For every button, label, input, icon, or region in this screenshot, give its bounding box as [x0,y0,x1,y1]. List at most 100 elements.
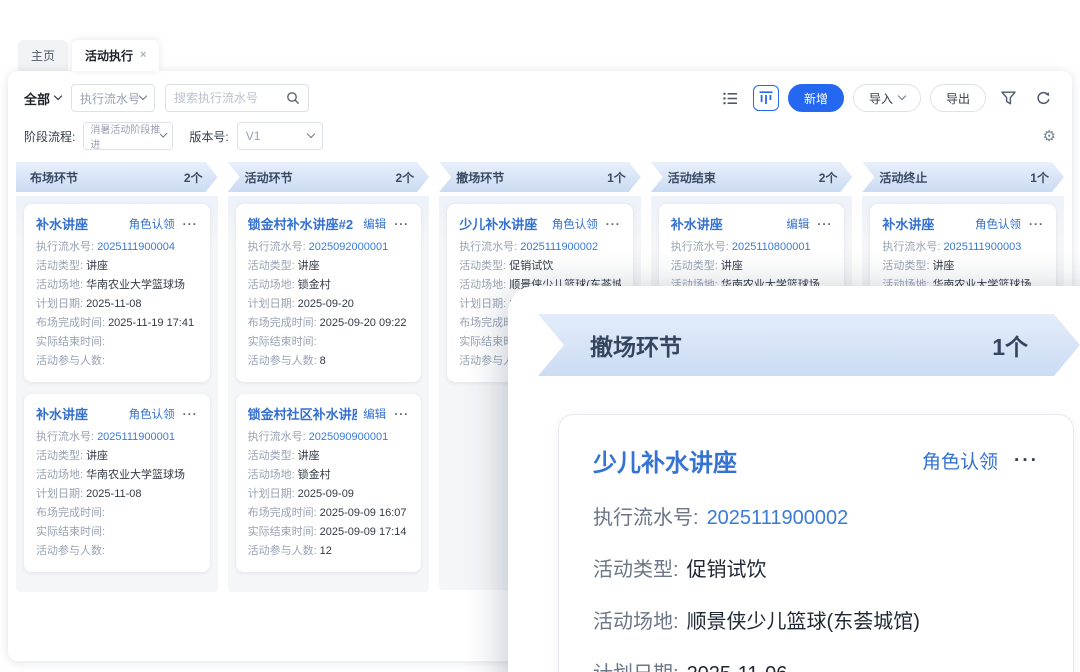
field-value: 2025-09-20 [298,298,354,310]
tab-close-icon[interactable]: × [140,50,146,61]
field-value: 讲座 [86,260,108,272]
card-field-row: 实际结束时间:2025-09-09 17:14 [248,523,410,542]
more-actions-icon[interactable]: ··· [1014,450,1039,472]
stage-flow-select[interactable]: 消暑活动阶段推进 [83,122,173,150]
overlay-column-header: 撤场环节 1个 [538,314,1080,376]
filter-bar: 阶段流程: 消暑活动阶段推进 版本号: V1 ⚙ [16,121,1064,160]
card-field-row: 活动场地:锁金村 [248,466,410,485]
card-title[interactable]: 少儿补水讲座 [459,214,546,233]
more-actions-icon[interactable]: ··· [183,217,198,231]
overlay-column-title: 撤场环节 [590,328,682,362]
tab-activity-execution-label: 活动执行 [85,47,133,64]
kanban-column: 活动环节2个锁金村补水讲座#2编辑···执行流水号:2025092000001活… [228,162,430,592]
field-value: 2025-11-08 [86,488,141,500]
add-button[interactable]: 新增 [788,84,844,112]
field-value: 讲座 [298,450,320,462]
column-count: 1个 [607,169,626,186]
gear-icon[interactable]: ⚙ [1043,127,1056,145]
field-value: 8 [320,355,326,367]
field-value: 2025-11-08 [86,298,141,310]
overlay-card-title[interactable]: 少儿补水讲座 [593,443,922,478]
list-view-button[interactable] [718,85,744,111]
more-actions-icon[interactable]: ··· [817,217,832,231]
refresh-icon[interactable] [1030,85,1056,111]
field-value: 锁金村 [298,469,331,481]
field-label: 执行流水号: [671,241,729,253]
card-title[interactable]: 锁金村社区补水讲座 [248,404,358,423]
kanban-card[interactable]: 锁金村补水讲座#2编辑···执行流水号:2025092000001活动类型:讲座… [236,204,422,382]
overlay-card[interactable]: 少儿补水讲座 角色认领 ··· 执行流水号:2025111900002活动类型:… [558,414,1074,672]
version-label: 版本号: [189,128,228,145]
field-value: 2025-09-20 09:22 [320,317,407,329]
claim-role-link[interactable]: 角色认领 [552,216,598,232]
field-value: 2025-11-19 17:41 [108,317,194,329]
more-actions-icon[interactable]: ··· [183,407,198,421]
claim-role-link[interactable]: 角色认领 [129,406,175,422]
filter-icon[interactable] [995,85,1021,111]
export-button[interactable]: 导出 [930,84,986,112]
card-field-row: 计划日期:2025-11-08 [36,295,198,314]
field-label: 执行流水号: [36,431,94,443]
field-label: 活动场地: [248,279,295,291]
field-label: 布场完成时间: [248,317,317,329]
scope-dropdown[interactable]: 全部 [24,89,61,108]
search-icon[interactable] [278,85,308,111]
kanban-card[interactable]: 锁金村社区补水讲座编辑···执行流水号:2025090900001活动类型:讲座… [236,394,422,572]
column-header: 活动结束2个 [651,162,853,192]
kanban-view-button[interactable] [753,85,779,111]
field-label: 实际结束时间: [248,336,317,348]
overlay-card-fields: 执行流水号:2025111900002活动类型:促销试饮活动场地:顺景侠少儿篮球… [593,501,1039,672]
more-actions-icon[interactable]: ··· [394,217,409,231]
field-label: 执行流水号: [459,241,517,253]
card-title[interactable]: 锁金村补水讲座#2 [248,214,358,233]
card-field-row: 布场完成时间:2025-09-09 16:07 [248,504,410,523]
more-actions-icon[interactable]: ··· [606,217,621,231]
card-title[interactable]: 补水讲座 [671,214,781,233]
field-label: 执行流水号: [248,431,306,443]
claim-role-link[interactable]: 角色认领 [975,216,1021,232]
claim-role-link[interactable]: 角色认领 [129,216,175,232]
card-field-row: 执行流水号:2025111900001 [36,428,198,447]
card-field-row: 活动参与人数: [36,352,198,371]
column-count: 1个 [1030,169,1049,186]
version-select[interactable]: V1 [237,122,323,150]
more-actions-icon[interactable]: ··· [394,407,409,421]
field-value: 华南农业大学篮球场 [86,469,185,481]
edit-link[interactable]: 编辑 [786,216,809,232]
edit-link[interactable]: 编辑 [363,406,386,422]
field-value: 讲座 [86,450,108,462]
field-label: 活动类型: [593,559,679,581]
card-title[interactable]: 补水讲座 [36,214,123,233]
field-label: 活动类型: [882,260,929,272]
tab-home[interactable]: 主页 [18,40,68,71]
search-box [165,84,309,112]
tab-activity-execution[interactable]: 活动执行 × [72,40,159,71]
search-field-select[interactable]: 执行流水号 [71,84,155,112]
overlay-claim-role-link[interactable]: 角色认领 [922,447,998,474]
card-title[interactable]: 补水讲座 [882,214,969,233]
chevron-down-icon [306,130,314,138]
kanban-column: 布场环节2个补水讲座角色认领···执行流水号:2025111900004活动类型… [16,162,218,592]
edit-link[interactable]: 编辑 [363,216,386,232]
field-label: 活动场地: [459,279,506,291]
field-label: 实际结束时间: [36,336,105,348]
search-input[interactable] [166,91,278,105]
field-label: 活动参与人数: [36,355,105,367]
kanban-card[interactable]: 补水讲座角色认领···执行流水号:2025111900001活动类型:讲座活动场… [24,394,210,572]
kanban-card[interactable]: 补水讲座角色认领···执行流水号:2025111900004活动类型:讲座活动场… [24,204,210,382]
card-title[interactable]: 补水讲座 [36,404,123,423]
field-label: 计划日期: [248,298,295,310]
import-button[interactable]: 导入 [853,84,921,112]
chevron-down-icon [54,92,62,100]
field-label: 活动类型: [671,260,718,272]
field-label: 活动场地: [36,469,83,481]
card-field-row: 执行流水号:2025111900004 [36,238,198,257]
card-header: 补水讲座角色认领 ··· [882,214,1044,233]
stage-flow-select-value: 消暑活动阶段推进 [90,121,161,151]
field-value: 2025111900002 [520,241,598,253]
card-field-row: 活动场地:华南农业大学篮球场 [36,466,198,485]
column-title: 撤场环节 [456,169,504,186]
more-actions-icon[interactable]: ··· [1029,217,1044,231]
field-value: 2025111900002 [707,507,849,529]
field-label: 实际结束时间: [36,526,105,538]
